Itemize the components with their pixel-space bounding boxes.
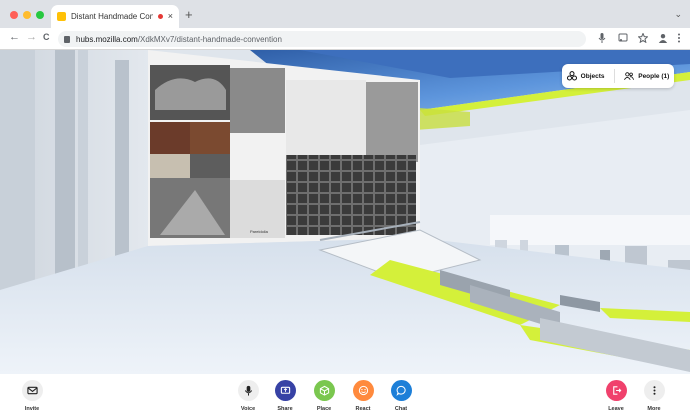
more-label: More	[647, 406, 661, 412]
back-button[interactable]: ←	[9, 32, 20, 43]
chat-label: Chat	[394, 406, 408, 412]
poster-caption: Pareidolia	[250, 229, 269, 234]
voice-circle	[237, 380, 259, 401]
people-label: People (1)	[638, 72, 670, 80]
share-button[interactable]: Share	[267, 380, 303, 412]
microphone-icon[interactable]	[598, 33, 606, 43]
voice-button[interactable]: Voice	[230, 380, 266, 412]
hubs-toolbar: Invite Voice Share Place React Chat Leav…	[0, 374, 690, 414]
chat-button[interactable]: Chat	[383, 380, 419, 412]
objects-people-panel: Objects People (1)	[562, 64, 674, 88]
place-circle	[313, 380, 335, 401]
smiley-icon	[358, 385, 368, 396]
hubs-favicon-icon	[57, 12, 66, 21]
tab-close-button[interactable]: ×	[168, 12, 173, 21]
people-button[interactable]: People (1)	[624, 71, 669, 81]
recording-indicator-icon	[157, 14, 163, 19]
forward-button[interactable]: →	[26, 32, 37, 43]
address-bar: ← → C hubs.mozilla.com /XdkMXv7/distant-…	[0, 28, 690, 50]
window-minimize-button[interactable]	[23, 11, 31, 19]
panel-divider	[613, 69, 615, 83]
tab-search-button[interactable]: ⌄	[674, 9, 682, 20]
tab-title: Distant Handmade Conver	[71, 12, 153, 21]
profile-icon[interactable]	[658, 33, 668, 43]
reload-button[interactable]: C	[43, 33, 50, 42]
more-vertical-icon	[652, 386, 656, 395]
chat-bubble-icon	[395, 385, 406, 396]
invite-button[interactable]: Invite	[14, 380, 50, 412]
new-tab-button[interactable]: +	[185, 8, 193, 21]
objects-icon	[566, 71, 577, 81]
react-circle	[352, 380, 374, 401]
star-icon[interactable]	[638, 33, 648, 43]
lock-icon	[64, 35, 70, 43]
react-label: React	[355, 406, 371, 412]
browser-tab[interactable]: Distant Handmade Conver ×	[51, 5, 179, 28]
url-path: /XdkMXv7/distant-handmade-convention	[137, 34, 282, 44]
leave-label: Leave	[608, 406, 624, 412]
envelope-icon	[26, 386, 38, 395]
microphone-icon	[244, 385, 252, 396]
objects-label: Objects	[580, 72, 605, 80]
cast-icon[interactable]	[618, 33, 628, 43]
url-host: hubs.mozilla.com	[76, 34, 138, 44]
browser-tab-bar: Distant Handmade Conver × + ⌄	[0, 0, 690, 28]
invite-label: Invite	[24, 406, 40, 412]
leave-icon	[612, 386, 621, 395]
cube-icon	[319, 385, 329, 396]
leave-button[interactable]: Leave	[598, 380, 634, 412]
chat-circle	[390, 380, 412, 401]
people-icon	[624, 72, 635, 80]
invite-circle	[21, 380, 43, 401]
share-screen-icon	[280, 386, 290, 394]
url-field[interactable]: hubs.mozilla.com /XdkMXv7/distant-handma…	[58, 31, 586, 47]
more-button[interactable]: More	[636, 380, 672, 412]
share-circle	[274, 380, 296, 401]
window-maximize-button[interactable]	[36, 11, 44, 19]
leave-circle	[605, 380, 627, 401]
window-close-button[interactable]	[10, 11, 18, 19]
react-button[interactable]: React	[345, 380, 381, 412]
scene-render: Pareidolia	[0, 50, 690, 374]
hubs-3d-scene[interactable]: Pareidolia Objects People (1)	[0, 50, 690, 374]
objects-button[interactable]: Objects	[566, 71, 605, 81]
kebab-icon[interactable]	[677, 33, 681, 43]
voice-label: Voice	[240, 406, 256, 412]
more-circle	[643, 380, 665, 401]
place-label: Place	[316, 406, 332, 412]
share-label: Share	[277, 406, 293, 412]
place-button[interactable]: Place	[306, 380, 342, 412]
